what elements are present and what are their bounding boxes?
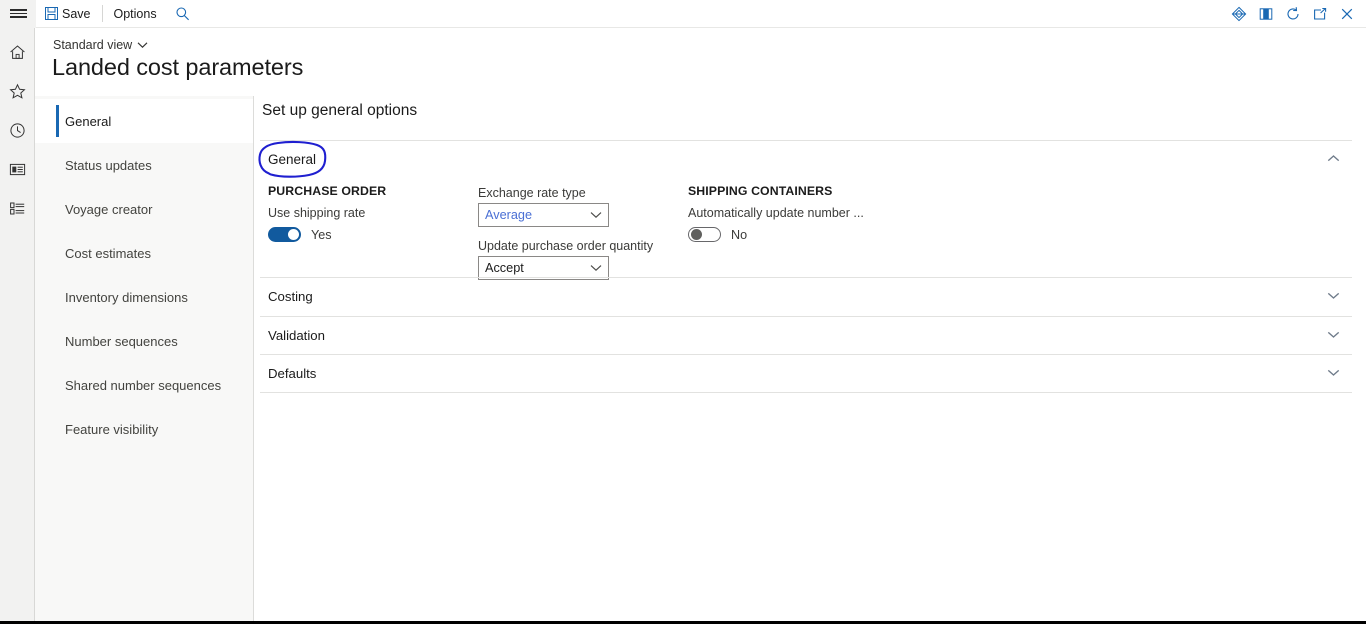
section-validation-title: Validation — [268, 327, 325, 343]
sidebar-item-label: Cost estimates — [65, 245, 151, 261]
section-validation-header[interactable]: Validation — [260, 316, 1352, 354]
chevron-down-icon — [590, 208, 602, 222]
sidebar-item-label: Status updates — [65, 157, 152, 173]
section-general-title: General — [268, 151, 317, 167]
section-defaults-title: Defaults — [268, 365, 317, 381]
auto-update-number-value: No — [731, 227, 748, 242]
purchase-order-group-label: PURCHASE ORDER — [268, 184, 387, 198]
section-divider — [260, 392, 1352, 393]
sidebar-item-general[interactable]: General — [35, 99, 253, 143]
update-po-quantity-label: Update purchase order quantity — [478, 239, 654, 253]
section-costing-title: Costing — [268, 288, 313, 304]
sidebar-item-label: General — [65, 113, 112, 129]
search-icon[interactable] — [166, 0, 200, 28]
use-shipping-rate-label: Use shipping rate — [268, 206, 366, 220]
section-general: General PURCHASE ORDER Use shipping rate… — [260, 140, 1352, 280]
field-group-purchase-order: PURCHASE ORDER Use shipping rate Yes — [268, 184, 468, 242]
field-group-exchange: Exchange rate type Average Update purcha… — [478, 186, 718, 280]
section-defaults-header[interactable]: Defaults — [260, 354, 1352, 392]
field-group-shipping-containers: SHIPPING CONTAINERS Automatically update… — [688, 184, 948, 242]
company-diamond-icon[interactable] — [1225, 0, 1252, 28]
save-button[interactable]: Save — [36, 0, 100, 28]
use-shipping-rate-value: Yes — [311, 227, 332, 242]
refresh-icon[interactable] — [1279, 0, 1306, 28]
sidebar-item-label: Shared number sequences — [65, 377, 222, 393]
modules-list-icon[interactable] — [0, 189, 35, 228]
save-button-label: Save — [62, 6, 91, 21]
contrast-icon[interactable] — [1252, 0, 1279, 28]
sidebar-item-voyage-creator[interactable]: Voyage creator — [35, 187, 253, 231]
close-icon[interactable] — [1333, 0, 1360, 28]
exchange-rate-type-value: Average — [485, 208, 533, 222]
exchange-rate-type-select[interactable]: Average — [478, 203, 609, 227]
left-navigation-rail — [0, 28, 35, 622]
section-costing: Costing — [260, 277, 1352, 315]
sidebar-item-inventory-dimensions[interactable]: Inventory dimensions — [35, 275, 253, 319]
view-selector[interactable]: Standard view — [53, 38, 148, 52]
sidebar-item-label: Inventory dimensions — [65, 289, 188, 305]
sidebar-item-label: Voyage creator — [65, 201, 153, 217]
favorites-star-icon[interactable] — [0, 72, 35, 111]
chevron-up-icon[interactable] — [1327, 150, 1340, 168]
use-shipping-rate-row: Yes — [268, 227, 468, 242]
chevron-down-icon[interactable] — [1327, 326, 1340, 344]
settings-nav-panel: General Status updates Voyage creator Co… — [35, 96, 254, 622]
open-in-new-window-icon[interactable] — [1306, 0, 1333, 28]
sidebar-item-status-updates[interactable]: Status updates — [35, 143, 253, 187]
page-title: Landed cost parameters — [52, 54, 304, 80]
chevron-down-icon[interactable] — [1327, 364, 1340, 382]
auto-update-number-row: No — [688, 227, 948, 242]
recent-clock-icon[interactable] — [0, 111, 35, 150]
section-costing-header[interactable]: Costing — [260, 277, 1352, 315]
sidebar-item-cost-estimates[interactable]: Cost estimates — [35, 231, 253, 275]
toggle-knob — [288, 229, 299, 240]
auto-update-number-toggle[interactable] — [688, 227, 721, 242]
chevron-down-icon[interactable] — [1327, 287, 1340, 305]
options-button[interactable]: Options — [105, 0, 166, 28]
sidebar-item-shared-number-sequences[interactable]: Shared number sequences — [35, 363, 253, 407]
toggle-knob — [691, 229, 702, 240]
options-button-label: Options — [113, 6, 157, 21]
content-title: Set up general options — [262, 102, 418, 119]
top-command-bar: Save Options — [0, 0, 1366, 28]
home-icon[interactable] — [0, 33, 35, 72]
section-validation: Validation — [260, 316, 1352, 354]
sidebar-item-feature-visibility[interactable]: Feature visibility — [35, 407, 253, 451]
sidebar-item-number-sequences[interactable]: Number sequences — [35, 319, 253, 363]
sidebar-item-label: Number sequences — [65, 333, 178, 349]
hamburger-menu-icon[interactable] — [0, 0, 36, 28]
shipping-containers-group-label: SHIPPING CONTAINERS — [688, 184, 833, 198]
topbar-right-icons — [1225, 0, 1366, 28]
use-shipping-rate-toggle[interactable] — [268, 227, 301, 242]
section-general-header[interactable]: General — [260, 140, 1352, 178]
workspaces-icon[interactable] — [0, 150, 35, 189]
auto-update-number-label: Automatically update number ... — [688, 206, 864, 220]
exchange-rate-type-label: Exchange rate type — [478, 186, 586, 200]
section-defaults: Defaults — [260, 354, 1352, 392]
page-header: Standard view Landed cost parameters — [35, 28, 1366, 96]
save-disk-icon — [45, 7, 58, 20]
chevron-down-icon — [137, 38, 148, 52]
toolbar-divider — [101, 5, 103, 22]
view-selector-label: Standard view — [53, 38, 133, 52]
sidebar-item-label: Feature visibility — [65, 421, 159, 437]
chevron-down-icon — [590, 261, 602, 275]
content-area: Set up general options General PURCHASE … — [254, 96, 1366, 624]
update-po-quantity-value: Accept — [485, 261, 524, 275]
